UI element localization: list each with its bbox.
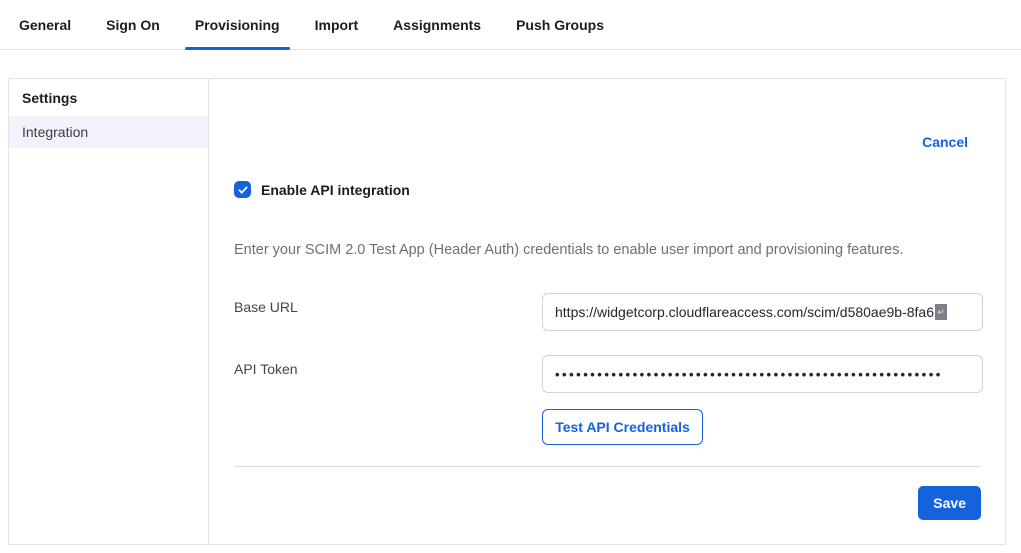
tab-label: Assignments [393,17,481,33]
api-token-input[interactable]: ••••••••••••••••••••••••••••••••••••••••… [542,355,983,393]
tab-label: Push Groups [516,17,604,33]
integration-form-panel: Cancel Enable API integration Enter your… [209,79,1005,544]
provisioning-settings-page: General Sign On Provisioning Import Assi… [0,0,1021,553]
credentials-description: Enter your SCIM 2.0 Test App (Header Aut… [234,242,981,258]
footer-divider [234,466,981,467]
base-url-value: https://widgetcorp.cloudflareaccess.com/… [555,304,934,320]
app-tab-bar: General Sign On Provisioning Import Assi… [0,0,1021,50]
tab-label: Sign On [106,17,160,33]
tab-general[interactable]: General [9,0,81,50]
base-url-label: Base URL [234,299,298,315]
api-token-masked-value: ••••••••••••••••••••••••••••••••••••••••… [555,367,943,382]
tab-label: General [19,17,71,33]
provisioning-content-box: Settings Integration Cancel Enable API i… [8,78,1006,545]
text-overflow-cursor: ↵ [935,304,947,320]
settings-sidebar: Settings Integration [9,79,209,544]
cancel-link[interactable]: Cancel [922,134,968,150]
api-token-label: API Token [234,361,298,377]
active-tab-indicator [185,47,290,50]
checkmark-icon [237,184,249,196]
save-button[interactable]: Save [918,486,981,520]
tab-sign-on[interactable]: Sign On [96,0,170,50]
sidebar-item-integration[interactable]: Integration [9,116,208,148]
tab-assignments[interactable]: Assignments [383,0,491,50]
sidebar-header: Settings [9,79,208,116]
enable-api-integration-checkbox[interactable] [234,181,251,198]
tab-push-groups[interactable]: Push Groups [506,0,614,50]
tab-provisioning[interactable]: Provisioning [185,0,290,50]
test-api-credentials-button[interactable]: Test API Credentials [542,409,703,445]
sidebar-item-label: Integration [22,124,88,140]
base-url-input[interactable]: https://widgetcorp.cloudflareaccess.com/… [542,293,983,331]
enable-api-integration-row[interactable]: Enable API integration [234,181,410,198]
tab-import[interactable]: Import [305,0,369,50]
tab-label: Import [315,17,359,33]
enable-api-integration-label: Enable API integration [261,182,410,198]
tab-label: Provisioning [195,17,280,33]
